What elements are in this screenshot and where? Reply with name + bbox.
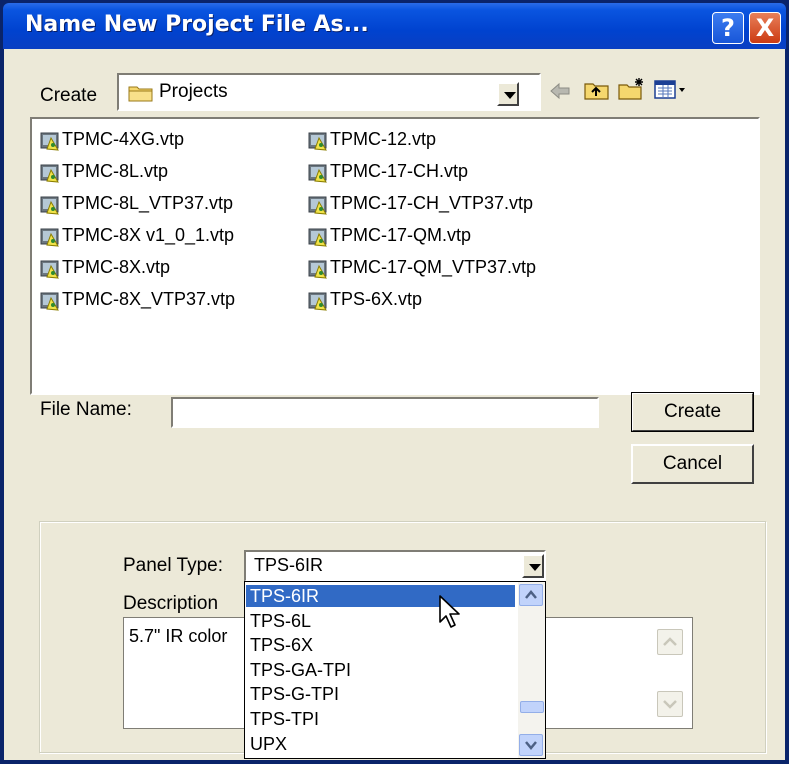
- file-name-label: File Name:: [40, 399, 132, 420]
- file-name: TPMC-17-CH_VTP37.vtp: [330, 193, 534, 213]
- file-item[interactable]: TPMC-8L.vtp: [40, 157, 168, 185]
- file-name: TPMC-8L_VTP37.vtp: [62, 193, 234, 213]
- dropdown-scrollbar[interactable]: [518, 582, 545, 758]
- dialog-window: Name New Project File As... ? X Create P…: [0, 0, 789, 764]
- vtp-file-icon: [308, 258, 328, 279]
- file-item[interactable]: TPMC-17-CH_VTP37.vtp: [308, 189, 533, 217]
- file-item[interactable]: TPMC-8X_VTP37.vtp: [40, 285, 235, 313]
- scroll-thumb[interactable]: [520, 701, 544, 713]
- vtp-file-icon: [40, 162, 60, 183]
- dropdown-option[interactable]: UPX: [246, 733, 515, 755]
- panel-type-label: Panel Type:: [123, 555, 224, 576]
- file-item[interactable]: TPMC-17-QM.vtp: [308, 221, 471, 249]
- vtp-file-icon: [308, 226, 328, 247]
- file-name: TPMC-17-CH.vtp: [330, 161, 469, 181]
- file-name: TPMC-12.vtp: [330, 129, 437, 149]
- dropdown-option[interactable]: TPS-6L: [246, 610, 515, 632]
- file-name: TPS-6X.vtp: [330, 289, 423, 309]
- panel-type-dropdown-list[interactable]: TPS-6IR TPS-6L TPS-6X TPS-GA-TPI TPS-G-TPI TP…: [244, 581, 546, 759]
- description-scrollbar: [656, 628, 686, 718]
- description-label: Description: [123, 593, 219, 614]
- vtp-file-icon: [308, 194, 328, 215]
- vtp-file-icon: [40, 130, 60, 151]
- title-bar[interactable]: Name New Project File As... ? X: [3, 3, 786, 49]
- file-item[interactable]: TPMC-17-CH.vtp: [308, 157, 468, 185]
- vtp-file-icon: [308, 162, 328, 183]
- file-item[interactable]: TPMC-12.vtp: [308, 125, 436, 153]
- file-item[interactable]: TPMC-17-QM_VTP37.vtp: [308, 253, 536, 281]
- panel-type-value: TPS-6IR: [254, 555, 324, 575]
- create-button[interactable]: Create: [631, 392, 754, 432]
- file-name: TPMC-8L.vtp: [62, 161, 169, 181]
- description-scroll-up-icon: [657, 629, 683, 655]
- file-name: TPMC-4XG.vtp: [62, 129, 185, 149]
- vtp-file-icon: [40, 194, 60, 215]
- file-name-input[interactable]: [171, 397, 599, 428]
- folder-name: Projects: [159, 81, 228, 102]
- window-title: Name New Project File As...: [25, 12, 369, 37]
- mouse-cursor-icon: [438, 594, 464, 630]
- scroll-up-icon[interactable]: [519, 584, 543, 606]
- dropdown-option[interactable]: TPS-TPI: [246, 708, 515, 730]
- vtp-file-icon: [40, 258, 60, 279]
- dropdown-options: TPS-6IR TPS-6L TPS-6X TPS-GA-TPI TPS-G-TPI TP…: [246, 583, 518, 757]
- close-button[interactable]: X: [749, 12, 781, 44]
- file-name: TPMC-8X_VTP37.vtp: [62, 289, 236, 309]
- folder-dropdown-button[interactable]: [497, 82, 519, 106]
- view-menu-icon[interactable]: [654, 79, 690, 101]
- new-folder-icon[interactable]: [618, 77, 646, 101]
- panel-type-select[interactable]: TPS-6IR: [244, 550, 546, 582]
- up-folder-icon[interactable]: [584, 79, 610, 101]
- cancel-button[interactable]: Cancel: [631, 444, 754, 484]
- scroll-down-icon[interactable]: [519, 734, 543, 756]
- vtp-file-icon: [308, 130, 328, 151]
- file-name: TPMC-8X v1_0_1.vtp: [62, 225, 235, 245]
- file-item[interactable]: TPMC-8X v1_0_1.vtp: [40, 221, 234, 249]
- vtp-file-icon: [40, 290, 60, 311]
- file-name: TPMC-17-QM.vtp: [330, 225, 472, 245]
- vtp-file-icon: [308, 290, 328, 311]
- dropdown-option[interactable]: TPS-G-TPI: [246, 683, 515, 705]
- dropdown-option[interactable]: TPS-6X: [246, 634, 515, 656]
- file-name: TPMC-17-QM_VTP37.vtp: [330, 257, 537, 277]
- create-in-label: Create: [40, 85, 98, 106]
- file-item[interactable]: TPMC-8X.vtp: [40, 253, 170, 281]
- file-list[interactable]: TPMC-4XG.vtp TPMC-8L.vtp TPMC-8L_VTP37.vtp…: [30, 117, 760, 395]
- folder-combo[interactable]: Projects: [117, 73, 541, 111]
- help-button[interactable]: ?: [712, 12, 744, 44]
- file-item[interactable]: TPS-6X.vtp: [308, 285, 422, 313]
- description-text: 5.7" IR color: [129, 626, 228, 646]
- back-arrow-icon[interactable]: [549, 81, 573, 101]
- panel-type-dropdown-button[interactable]: [522, 554, 544, 578]
- file-item[interactable]: TPMC-4XG.vtp: [40, 125, 184, 153]
- description-scroll-down-icon: [657, 691, 683, 717]
- file-item[interactable]: TPMC-8L_VTP37.vtp: [40, 189, 233, 217]
- file-name: TPMC-8X.vtp: [62, 257, 171, 277]
- vtp-file-icon: [40, 226, 60, 247]
- dropdown-option[interactable]: TPS-GA-TPI: [246, 659, 515, 681]
- dialog-client: Create Projects TPMC-4XG.vtp TPMC-8L.vtp…: [4, 49, 785, 760]
- dropdown-option[interactable]: TPS-6IR: [246, 585, 515, 607]
- folder-icon: [128, 83, 154, 102]
